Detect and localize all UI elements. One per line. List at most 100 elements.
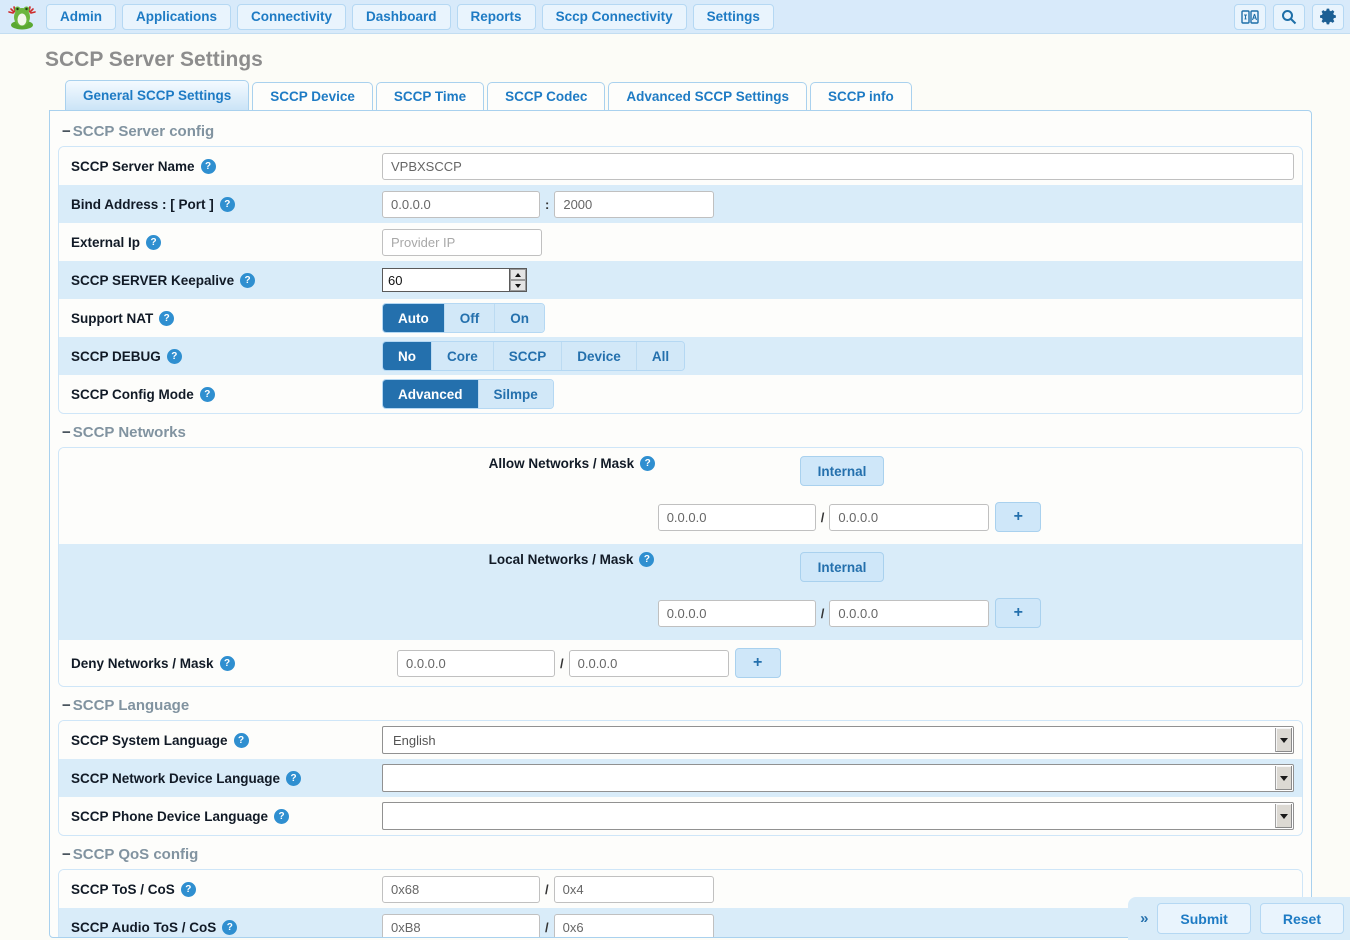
system-language-label: SCCP System Language ? [59, 733, 382, 748]
help-icon[interactable]: ? [146, 235, 161, 250]
tab-sccp-codec[interactable]: SCCP Codec [487, 82, 605, 110]
nav-item-connectivity[interactable]: Connectivity [237, 4, 346, 30]
select-arrow-icon[interactable] [1275, 766, 1292, 790]
reset-button[interactable]: Reset [1260, 903, 1344, 934]
debug-device-button[interactable]: Device [562, 342, 637, 370]
help-icon[interactable]: ? [181, 882, 196, 897]
config-mode-toggle-group: Advanced Silmpe [382, 379, 554, 409]
frog-logo-icon [7, 3, 37, 31]
server-name-label-text: SCCP Server Name [71, 159, 195, 174]
deny-mask-input[interactable] [569, 650, 729, 677]
row-keepalive: SCCP SERVER Keepalive ? 60 [59, 261, 1302, 299]
tab-sccp-device[interactable]: SCCP Device [252, 82, 373, 110]
audio-tos-input[interactable] [382, 914, 540, 939]
debug-all-button[interactable]: All [637, 342, 684, 370]
allow-networks-label-text: Allow Networks / Mask [489, 456, 635, 471]
mode-advanced-button[interactable]: Advanced [383, 380, 479, 408]
sccp-tos-input[interactable] [382, 876, 540, 903]
allow-internal-button[interactable]: Internal [800, 456, 885, 486]
row-network-device-language: SCCP Network Device Language ? [59, 759, 1302, 797]
translate-icon[interactable] [1234, 4, 1266, 30]
bind-address-label: Bind Address : [ Port ] ? [59, 197, 382, 212]
row-bind-address: Bind Address : [ Port ] ? : [59, 185, 1302, 223]
nat-on-button[interactable]: On [495, 304, 544, 332]
local-internal-button[interactable]: Internal [800, 552, 885, 582]
bind-address-port-input[interactable] [554, 191, 714, 218]
collapse-chevron-icon[interactable]: » [1140, 910, 1148, 927]
spinner-up-icon[interactable] [510, 269, 526, 280]
debug-sccp-button[interactable]: SCCP [494, 342, 563, 370]
section-title-text: SCCP Language [73, 697, 189, 714]
section-title-server-config: − SCCP Server config [62, 123, 1311, 140]
bind-address-ip-input[interactable] [382, 191, 540, 218]
keepalive-label: SCCP SERVER Keepalive ? [59, 273, 382, 288]
support-nat-label-text: Support NAT [71, 311, 153, 326]
search-icon[interactable] [1273, 4, 1305, 30]
number-spinner [509, 269, 526, 291]
tab-advanced-sccp-settings[interactable]: Advanced SCCP Settings [608, 82, 807, 110]
debug-core-button[interactable]: Core [432, 342, 494, 370]
select-arrow-icon[interactable] [1275, 728, 1292, 752]
tab-general-sccp-settings[interactable]: General SCCP Settings [65, 80, 249, 110]
server-name-input[interactable] [382, 153, 1294, 180]
allow-add-button[interactable]: + [995, 502, 1041, 532]
collapse-icon[interactable]: − [62, 846, 71, 863]
help-icon[interactable]: ? [200, 387, 215, 402]
nav-item-dashboard[interactable]: Dashboard [352, 4, 451, 30]
help-icon[interactable]: ? [222, 920, 237, 935]
row-system-language: SCCP System Language ? English [59, 721, 1302, 759]
local-mask-input[interactable] [829, 600, 989, 627]
submit-bar: » Submit Reset [1128, 897, 1350, 940]
nav-item-applications[interactable]: Applications [122, 4, 231, 30]
help-icon[interactable]: ? [274, 809, 289, 824]
external-ip-input[interactable] [382, 229, 542, 256]
sccp-debug-label-text: SCCP DEBUG [71, 349, 161, 364]
tab-content-general-sccp-settings: − SCCP Server config SCCP Server Name ? … [49, 110, 1312, 938]
allow-network-input[interactable] [658, 504, 816, 531]
system-language-select[interactable]: English [382, 726, 1294, 754]
help-icon[interactable]: ? [240, 273, 255, 288]
help-icon[interactable]: ? [220, 656, 235, 671]
help-icon[interactable]: ? [639, 552, 654, 567]
collapse-icon[interactable]: − [62, 123, 71, 140]
help-icon[interactable]: ? [201, 159, 216, 174]
nat-auto-button[interactable]: Auto [383, 304, 445, 332]
network-device-language-select[interactable] [382, 764, 1294, 792]
gear-icon[interactable] [1312, 4, 1344, 30]
local-add-button[interactable]: + [995, 598, 1041, 628]
help-icon[interactable]: ? [159, 311, 174, 326]
tab-sccp-time[interactable]: SCCP Time [376, 82, 484, 110]
nav-item-sccp-connectivity[interactable]: Sccp Connectivity [542, 4, 687, 30]
deny-network-input[interactable] [397, 650, 555, 677]
section-title-language: − SCCP Language [62, 697, 1311, 714]
sccp-cos-input[interactable] [554, 876, 714, 903]
collapse-icon[interactable]: − [62, 424, 71, 441]
slash-separator: / [560, 656, 564, 671]
frog-logo[interactable] [2, 2, 42, 32]
deny-add-button[interactable]: + [735, 648, 781, 678]
help-icon[interactable]: ? [167, 349, 182, 364]
nav-item-reports[interactable]: Reports [457, 4, 536, 30]
phone-device-language-select[interactable] [382, 802, 1294, 830]
external-ip-label: External Ip ? [59, 235, 382, 250]
audio-cos-input[interactable] [554, 914, 714, 939]
help-icon[interactable]: ? [640, 456, 655, 471]
help-icon[interactable]: ? [286, 771, 301, 786]
nat-off-button[interactable]: Off [445, 304, 496, 332]
spinner-down-icon[interactable] [510, 280, 526, 291]
keepalive-number-input[interactable]: 60 [382, 268, 527, 292]
keepalive-label-text: SCCP SERVER Keepalive [71, 273, 234, 288]
help-icon[interactable]: ? [220, 197, 235, 212]
nav-item-settings[interactable]: Settings [693, 4, 774, 30]
tab-sccp-info[interactable]: SCCP info [810, 82, 912, 110]
help-icon[interactable]: ? [234, 733, 249, 748]
submit-button[interactable]: Submit [1157, 903, 1250, 934]
nav-item-admin[interactable]: Admin [46, 4, 116, 30]
select-arrow-icon[interactable] [1275, 804, 1292, 828]
allow-mask-input[interactable] [829, 504, 989, 531]
local-network-input[interactable] [658, 600, 816, 627]
collapse-icon[interactable]: − [62, 697, 71, 714]
debug-no-button[interactable]: No [383, 342, 432, 370]
mode-simple-button[interactable]: Silmpe [479, 380, 553, 408]
section-title-networks: − SCCP Networks [62, 424, 1311, 441]
